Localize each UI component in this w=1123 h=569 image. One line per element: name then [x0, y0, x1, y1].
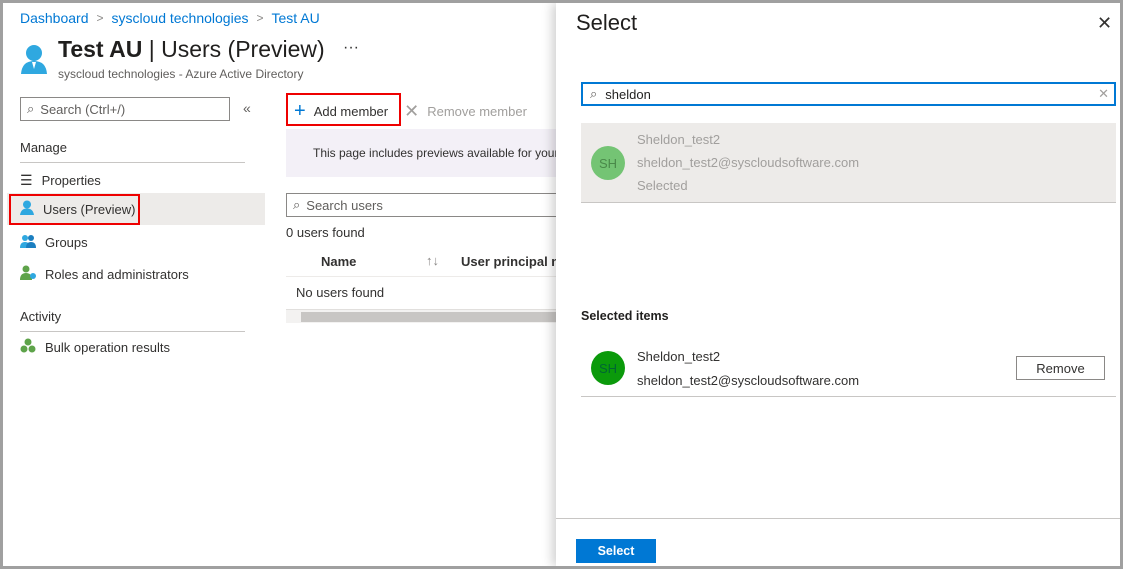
sidebar-item-groups[interactable]: Groups: [7, 226, 265, 258]
sidebar-item-label: Roles and administrators: [45, 266, 189, 282]
scrollbar-thumb[interactable]: [301, 312, 566, 322]
remove-member-button[interactable]: ✕ Remove member: [396, 95, 535, 127]
remove-member-label: Remove member: [427, 103, 527, 119]
breadcrumb-dashboard[interactable]: Dashboard: [20, 10, 89, 26]
search-placeholder: Search (Ctrl+/): [40, 101, 126, 117]
avatar: SH: [591, 351, 625, 385]
result-email: sheldon_test2@syscloudsoftware.com: [637, 155, 860, 170]
groups-icon: [20, 234, 36, 251]
search-value: sheldon: [605, 86, 651, 102]
breadcrumb-syscloud[interactable]: syscloud technologies: [112, 10, 249, 26]
page-title-blade: | Users (Preview): [142, 36, 325, 62]
search-placeholder: Search users: [306, 197, 383, 213]
search-icon: ⌕: [590, 86, 598, 101]
sort-icon[interactable]: ↑↓: [426, 253, 439, 268]
page-title-resource: Test AU: [58, 36, 143, 62]
divider: [20, 162, 245, 163]
chevron-right-icon: >: [96, 11, 104, 25]
close-icon: ✕: [404, 100, 420, 121]
avatar: SH: [591, 146, 625, 180]
section-activity: Activity: [20, 309, 62, 324]
breadcrumb-test-au[interactable]: Test AU: [272, 10, 320, 26]
sidebar-item-properties[interactable]: ☰ Properties: [7, 164, 265, 196]
column-upn[interactable]: User principal n...: [461, 254, 570, 269]
search-result-item[interactable]: SH Sheldon_test2 sheldon_test2@sysclouds…: [581, 123, 1116, 203]
result-status: Selected: [637, 178, 688, 193]
page-title: Test AU | Users (Preview): [58, 36, 325, 63]
highlight-box: [286, 93, 401, 126]
sidebar-item-label: Properties: [41, 172, 101, 188]
empty-message: No users found: [296, 285, 385, 300]
result-name: Sheldon_test2: [637, 132, 721, 147]
page-subtitle: syscloud technologies - Azure Active Dir…: [58, 67, 304, 81]
breadcrumb: Dashboard > syscloud technologies > Test A…: [20, 10, 320, 26]
search-users-input[interactable]: ⌕ Search users: [286, 193, 566, 217]
sidebar-item-bulk-operations[interactable]: Bulk operation results: [7, 331, 265, 363]
remove-button[interactable]: Remove: [1016, 356, 1105, 380]
horizontal-scrollbar[interactable]: [286, 309, 566, 323]
bulk-icon: [20, 338, 36, 356]
user-icon: [20, 43, 48, 78]
users-count: 0 users found: [286, 225, 365, 240]
sidebar-item-roles[interactable]: Roles and administrators: [7, 258, 265, 290]
clear-icon[interactable]: ✕: [1098, 86, 1109, 102]
selected-email: sheldon_test2@syscloudsoftware.com: [637, 373, 860, 388]
divider: [556, 518, 1120, 519]
search-icon: ⌕: [27, 101, 35, 116]
search-icon: ⌕: [293, 197, 301, 212]
select-button[interactable]: Select: [576, 539, 656, 563]
banner-text: This page includes previews available fo…: [313, 146, 566, 160]
section-manage: Manage: [20, 140, 67, 155]
close-icon[interactable]: ✕: [1097, 13, 1112, 34]
panel-title: Select: [576, 10, 638, 35]
select-panel: Select ✕ ⌕ sheldon ✕ SH Sheldon_test2 shel…: [556, 3, 1120, 566]
column-name[interactable]: Name: [321, 254, 356, 269]
preview-banner: This page includes previews available fo…: [286, 129, 566, 177]
azure-portal-window: Dashboard > syscloud technologies > Test A…: [3, 3, 1120, 566]
more-options-button[interactable]: ···: [343, 39, 359, 57]
selected-name: Sheldon_test2: [637, 349, 721, 364]
collapse-sidebar-button[interactable]: «: [243, 100, 251, 116]
chevron-right-icon: >: [256, 11, 264, 25]
member-search-input[interactable]: ⌕ sheldon ✕: [581, 82, 1116, 106]
table-header: Name ↑↓ User principal n...: [286, 247, 570, 277]
selected-items-heading: Selected items: [581, 309, 669, 323]
highlight-box: [9, 194, 140, 225]
sidebar-item-label: Groups: [45, 234, 88, 250]
selected-item: SH Sheldon_test2 sheldon_test2@sysclouds…: [581, 341, 1116, 397]
sidebar-search-input[interactable]: ⌕ Search (Ctrl+/): [20, 97, 230, 121]
sidebar-item-label: Bulk operation results: [45, 339, 171, 355]
properties-icon: ☰: [20, 171, 33, 188]
roles-icon: [20, 265, 36, 283]
